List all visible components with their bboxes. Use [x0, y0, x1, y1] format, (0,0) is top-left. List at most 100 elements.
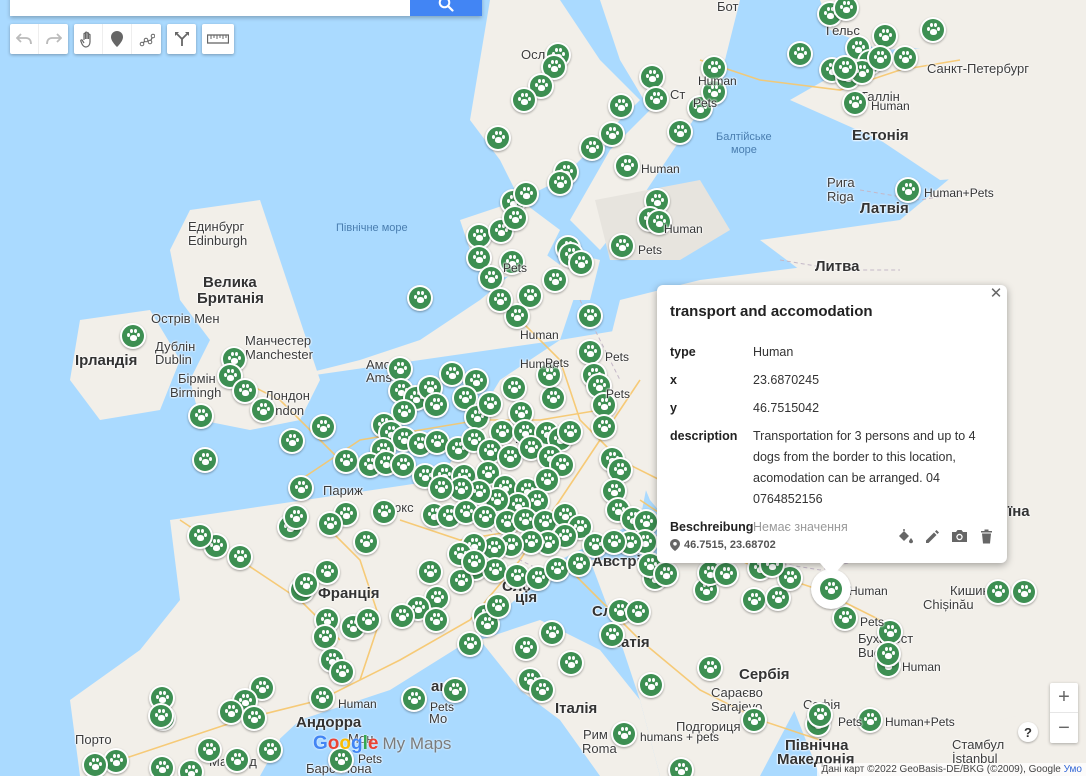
map-pin[interactable]: [892, 45, 918, 71]
map-pin[interactable]: [457, 631, 483, 657]
map-pin[interactable]: [540, 385, 566, 411]
map-pin[interactable]: [513, 181, 539, 207]
map-pin[interactable]: [439, 361, 465, 387]
camera-icon[interactable]: [950, 527, 968, 545]
map-pin[interactable]: [293, 571, 319, 597]
map-pin[interactable]: [192, 447, 218, 473]
map-pin[interactable]: [329, 659, 355, 685]
map-pin[interactable]: [218, 699, 244, 725]
map-pin[interactable]: [832, 605, 858, 631]
map-pin[interactable]: [638, 672, 664, 698]
map-pin[interactable]: [787, 41, 813, 67]
map-pin[interactable]: [875, 641, 901, 667]
paint-bucket-icon[interactable]: [896, 527, 914, 545]
map-pin[interactable]: [697, 655, 723, 681]
map-pin[interactable]: [148, 703, 174, 729]
map-pin[interactable]: [487, 287, 513, 313]
undo-button[interactable]: [10, 24, 39, 54]
map-pin[interactable]: [591, 414, 617, 440]
map-pin[interactable]: [611, 721, 637, 747]
map-pin[interactable]: [713, 561, 739, 587]
map-pin[interactable]: [407, 285, 433, 311]
map-pin[interactable]: [867, 45, 893, 71]
map-pin[interactable]: [312, 624, 338, 650]
map-pin[interactable]: [502, 205, 528, 231]
map-pin[interactable]: [224, 747, 250, 773]
map-pin[interactable]: [807, 702, 833, 728]
map-pin[interactable]: [423, 392, 449, 418]
map-pin[interactable]: [288, 475, 314, 501]
select-items-button[interactable]: [74, 24, 103, 54]
zoom-out-button[interactable]: −: [1050, 713, 1078, 743]
map-pin[interactable]: [895, 177, 921, 203]
draw-line-button[interactable]: [132, 24, 161, 54]
map-pin[interactable]: [317, 511, 343, 537]
map-pin[interactable]: [257, 737, 283, 763]
pencil-icon[interactable]: [923, 527, 941, 545]
map-pin[interactable]: [120, 323, 146, 349]
search-button[interactable]: [410, 0, 482, 16]
map-pin[interactable]: [477, 391, 503, 417]
map-pin[interactable]: [558, 650, 584, 676]
terms-link[interactable]: Умо: [1064, 764, 1082, 775]
map-pin[interactable]: [250, 397, 276, 423]
map-pin[interactable]: [557, 419, 583, 445]
map-pin[interactable]: [485, 125, 511, 151]
map-pin[interactable]: [371, 499, 397, 525]
map-pin[interactable]: [920, 17, 946, 43]
map-pin[interactable]: [667, 119, 693, 145]
map-pin[interactable]: [196, 737, 222, 763]
map-pin[interactable]: [577, 303, 603, 329]
map-pin[interactable]: [625, 599, 651, 625]
map-pin[interactable]: [643, 86, 669, 112]
map-pin[interactable]: [401, 686, 427, 712]
map-pin[interactable]: [599, 622, 625, 648]
map-pin[interactable]: [149, 755, 175, 776]
map-pin[interactable]: [82, 752, 108, 776]
map-pin[interactable]: [542, 267, 568, 293]
add-directions-button[interactable]: [167, 24, 196, 54]
search-input[interactable]: [10, 0, 410, 16]
trash-icon[interactable]: [977, 527, 995, 545]
map-pin[interactable]: [227, 544, 253, 570]
map-pin[interactable]: [539, 620, 565, 646]
map-pin[interactable]: [501, 375, 527, 401]
map-pin[interactable]: [279, 428, 305, 454]
zoom-in-button[interactable]: +: [1050, 683, 1078, 713]
map-pin[interactable]: [599, 121, 625, 147]
map-pin[interactable]: [461, 549, 487, 575]
map-pin[interactable]: [353, 529, 379, 555]
map-pin[interactable]: [668, 757, 694, 776]
map-pin[interactable]: [568, 250, 594, 276]
map-pin[interactable]: [309, 685, 335, 711]
map-pin[interactable]: [389, 603, 415, 629]
map-pin[interactable]: [283, 504, 309, 530]
add-marker-button[interactable]: [103, 24, 132, 54]
map-pin[interactable]: [423, 607, 449, 633]
map-pin[interactable]: [417, 559, 443, 585]
map-pin[interactable]: [355, 607, 381, 633]
close-icon[interactable]: ✕: [989, 286, 1003, 301]
map-pin[interactable]: [547, 170, 573, 196]
map-pin[interactable]: [609, 233, 635, 259]
measure-button[interactable]: [202, 24, 234, 54]
map-pin[interactable]: [577, 339, 603, 365]
map-pin[interactable]: [1011, 579, 1037, 605]
map-pin[interactable]: [614, 153, 640, 179]
map-pin[interactable]: [832, 55, 858, 81]
map-pin[interactable]: [601, 529, 627, 555]
help-button[interactable]: ?: [1018, 722, 1038, 742]
map-pin[interactable]: [241, 705, 267, 731]
map-pin[interactable]: [310, 414, 336, 440]
map-pin[interactable]: [333, 448, 359, 474]
map-pin[interactable]: [511, 87, 537, 113]
map-pin[interactable]: [485, 593, 511, 619]
map-pin[interactable]: [741, 587, 767, 613]
map-pin[interactable]: [653, 561, 679, 587]
map-pin[interactable]: [842, 90, 868, 116]
map-pin[interactable]: [529, 677, 555, 703]
map-pin[interactable]: [985, 579, 1011, 605]
redo-button[interactable]: [39, 24, 68, 54]
map-pin[interactable]: [608, 93, 634, 119]
map-pin[interactable]: [428, 475, 454, 501]
